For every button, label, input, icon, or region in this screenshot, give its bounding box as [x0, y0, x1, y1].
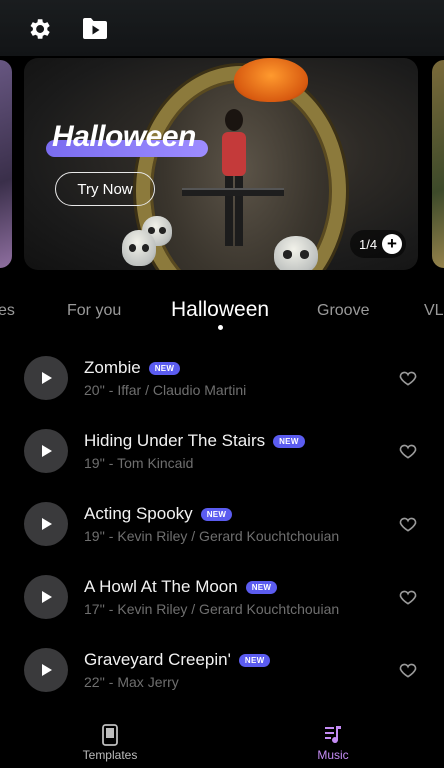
play-button[interactable]: [24, 575, 68, 619]
play-icon: [42, 591, 52, 603]
song-row[interactable]: A Howl At The Moon NEW 17'' - Kevin Rile…: [0, 565, 444, 629]
nav-templates-label: Templates: [82, 748, 138, 762]
song-title: Graveyard Creepin' NEW: [84, 650, 271, 670]
song-title-text: Acting Spooky: [84, 504, 193, 523]
play-button[interactable]: [24, 502, 68, 546]
previous-banner-card[interactable]: [0, 60, 12, 268]
phone-icon: [102, 724, 118, 746]
play-icon: [42, 664, 52, 676]
nav-music-label: Music: [317, 748, 349, 762]
tab-previous[interactable]: es: [0, 302, 15, 320]
song-title-text: A Howl At The Moon: [84, 577, 238, 596]
new-badge: NEW: [273, 434, 305, 448]
banner-performer-image: [222, 109, 246, 246]
projects-button[interactable]: [80, 14, 110, 44]
halloween-banner[interactable]: Halloween Try Now 1/4 +: [24, 58, 418, 270]
next-banner-card[interactable]: [432, 60, 444, 268]
settings-button[interactable]: [24, 14, 54, 44]
song-subtitle: 19'' - Tom Kincaid: [84, 455, 194, 471]
gear-icon: [30, 19, 50, 39]
skull-image: [274, 236, 318, 270]
banner-title: Halloween: [52, 120, 196, 153]
song-title: Zombie NEW: [84, 358, 181, 378]
song-title-text: Graveyard Creepin': [84, 650, 231, 669]
song-title: Hiding Under The Stairs NEW: [84, 431, 305, 451]
play-button[interactable]: [24, 429, 68, 473]
heart-icon[interactable]: [398, 514, 418, 534]
tab-groove[interactable]: Groove: [317, 302, 369, 320]
new-badge: NEW: [245, 580, 278, 594]
banner-keyboard-image: [182, 188, 284, 196]
song-subtitle: 17'' - Kevin Riley / Gerard Kouchtchouia…: [84, 601, 340, 617]
try-now-button[interactable]: Try Now: [55, 172, 155, 206]
song-row[interactable]: Acting Spooky NEW 19'' - Kevin Riley / G…: [0, 492, 444, 556]
new-badge: NEW: [238, 653, 271, 667]
song-subtitle: 19'' - Kevin Riley / Gerard Kouchtchouia…: [84, 528, 340, 544]
song-subtitle: 22'' - Max Jerry: [84, 674, 179, 690]
song-row[interactable]: Graveyard Creepin' NEW 22'' - Max Jerry: [0, 638, 444, 702]
new-badge: NEW: [200, 507, 233, 521]
banner-counter: 1/4 +: [350, 230, 406, 258]
play-button[interactable]: [24, 356, 68, 400]
banner-counter-text: 1/4: [359, 236, 378, 252]
song-title-text: Zombie: [84, 358, 141, 377]
bottom-navigation: Templates Music: [0, 716, 444, 768]
new-badge: NEW: [148, 361, 181, 375]
play-folder-icon: [83, 18, 107, 39]
tab-next[interactable]: VL: [424, 302, 444, 320]
song-row[interactable]: Zombie NEW 20'' - Iffar / Claudio Martin…: [0, 346, 444, 410]
tab-for-you[interactable]: For you: [67, 302, 121, 320]
heart-icon[interactable]: [398, 660, 418, 680]
song-title: Acting Spooky NEW: [84, 504, 233, 524]
play-button[interactable]: [24, 648, 68, 692]
song-subtitle: 20'' - Iffar / Claudio Martini: [84, 382, 247, 398]
play-icon: [42, 518, 52, 530]
heart-icon[interactable]: [398, 368, 418, 388]
active-tab-indicator: [218, 325, 223, 330]
song-title: A Howl At The Moon NEW: [84, 577, 278, 597]
heart-icon[interactable]: [398, 587, 418, 607]
tab-halloween[interactable]: Halloween: [171, 298, 269, 322]
skull-image: [122, 230, 156, 266]
nav-music[interactable]: Music: [293, 724, 373, 762]
play-icon: [42, 372, 52, 384]
pumpkin-image: [234, 58, 308, 102]
song-title-text: Hiding Under The Stairs: [84, 431, 266, 450]
add-icon[interactable]: +: [382, 234, 402, 254]
music-note-icon: [325, 726, 341, 744]
heart-icon[interactable]: [398, 441, 418, 461]
play-icon: [42, 445, 52, 457]
nav-templates[interactable]: Templates: [70, 724, 150, 762]
template-carousel[interactable]: Halloween Try Now 1/4 +: [0, 56, 444, 274]
song-row[interactable]: Hiding Under The Stairs NEW 19'' - Tom K…: [0, 419, 444, 483]
top-bar: [0, 0, 444, 56]
